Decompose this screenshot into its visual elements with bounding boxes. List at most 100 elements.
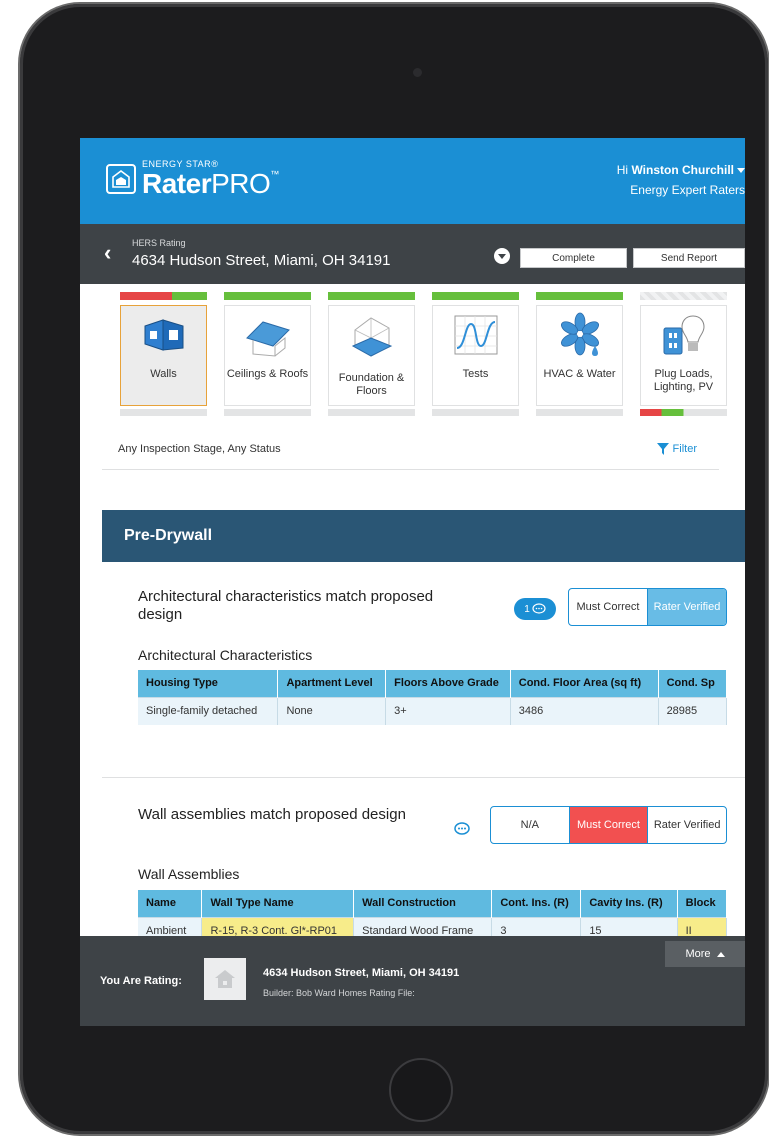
- chevron-up-icon: [716, 951, 725, 957]
- filter-status-text: Any Inspection Stage, Any Status: [118, 443, 281, 455]
- rater-pro-logo[interactable]: ENERGY STAR® RaterPRO™: [106, 160, 279, 198]
- table-cell: 3486: [510, 696, 659, 725]
- table-title: Wall Assemblies: [138, 866, 240, 882]
- category-tile-hvac-water[interactable]: HVAC & Water: [536, 292, 623, 416]
- you-are-rating-label: You Are Rating:: [100, 975, 182, 987]
- house-icon: [215, 970, 235, 988]
- column-header: Wall Construction: [353, 890, 493, 917]
- user-org: Energy Expert Raters: [630, 183, 745, 197]
- tile-footer-bar: [536, 409, 623, 416]
- tile-footer-bar: [224, 409, 311, 416]
- user-menu[interactable]: Hi Winston Churchill Energy Expert Rater…: [485, 160, 745, 200]
- architectural-table[interactable]: Housing Type Apartment Level Floors Abov…: [138, 670, 727, 728]
- rating-subheader: ‹ HERS Rating 4634 Hudson Street, Miami,…: [80, 224, 745, 284]
- logo-rater-pro: RaterPRO™: [142, 168, 279, 199]
- category-tile-walls[interactable]: Walls: [120, 292, 207, 416]
- app-header: ENERGY STAR® RaterPRO™ Hi Winston Church…: [80, 138, 745, 224]
- home-button[interactable]: [389, 1058, 453, 1122]
- comment-count-badge[interactable]: 1: [514, 598, 556, 620]
- category-tile-tests[interactable]: Tests: [432, 292, 519, 416]
- progress-bar: [640, 292, 727, 300]
- more-button[interactable]: More: [665, 941, 745, 967]
- tile-card: Tests: [432, 305, 519, 406]
- complete-button[interactable]: Complete: [520, 248, 627, 268]
- column-header: Name: [138, 890, 203, 917]
- table-cell: Single-family detached: [138, 696, 279, 725]
- tests-icon: [454, 315, 498, 355]
- column-header: Floors Above Grade: [385, 670, 511, 697]
- item-title: Wall assemblies match proposed design: [138, 806, 406, 823]
- progress-bar: [224, 292, 311, 300]
- progress-bar: [432, 292, 519, 300]
- column-header: Block: [677, 890, 727, 917]
- category-tiles: Walls Ceilings & Roofs Foundation & Floo…: [80, 284, 745, 418]
- column-header: Apartment Level: [277, 670, 387, 697]
- inspection-item-architectural: Architectural characteristics match prop…: [102, 588, 745, 778]
- hvac-icon: [561, 312, 599, 356]
- plug-icon: [663, 315, 705, 355]
- tile-label: Plug Loads, Lighting, PV: [653, 368, 714, 393]
- tile-card: Walls: [120, 305, 207, 406]
- back-arrow-icon[interactable]: ‹: [104, 242, 111, 264]
- category-tile-plug-loads[interactable]: Plug Loads, Lighting, PV: [640, 292, 727, 416]
- must-correct-option[interactable]: Must Correct: [569, 589, 648, 625]
- column-header: Wall Type Name: [201, 890, 355, 917]
- home-thumbnail[interactable]: [204, 958, 246, 1000]
- progress-bar: [120, 292, 207, 300]
- user-name: Winston Churchill: [631, 163, 734, 177]
- chevron-down-icon: [737, 168, 745, 174]
- table-cell: 28985: [658, 696, 727, 725]
- roof-icon: [246, 321, 290, 357]
- tile-card: HVAC & Water: [536, 305, 623, 406]
- app-screen: ENERGY STAR® RaterPRO™ Hi Winston Church…: [80, 138, 745, 1026]
- must-correct-option[interactable]: Must Correct: [569, 807, 649, 843]
- funnel-icon: [656, 443, 669, 455]
- user-greeting: Hi Winston Churchill: [485, 160, 745, 180]
- table-title: Architectural Characteristics: [138, 647, 313, 663]
- column-header: Cond. Floor Area (sq ft): [510, 670, 659, 697]
- rater-verified-option[interactable]: Rater Verified: [648, 589, 726, 625]
- column-header: Cavity Ins. (R): [580, 890, 678, 917]
- filter-row: Any Inspection Stage, Any Status Filter: [102, 430, 719, 470]
- tablet-frame: ENERGY STAR® RaterPRO™ Hi Winston Church…: [20, 4, 768, 1134]
- rating-type-label: HERS Rating: [132, 238, 186, 248]
- column-header: Housing Type: [138, 670, 279, 697]
- category-tile-ceilings-roofs[interactable]: Ceilings & Roofs: [224, 292, 311, 416]
- verification-toggle: N/A Must Correct Rater Verified: [490, 806, 727, 844]
- item-title: Architectural characteristics match prop…: [138, 588, 434, 623]
- tile-card: Ceilings & Roofs: [224, 305, 311, 406]
- more-label: More: [685, 948, 711, 960]
- tile-label: Tests: [462, 368, 489, 380]
- rating-bar-builder: Builder: Bob Ward Homes Rating File:: [263, 988, 415, 998]
- tile-footer-bar: [640, 409, 727, 416]
- table-cell: None: [277, 696, 387, 725]
- comment-icon[interactable]: [454, 822, 470, 836]
- column-header: Cont. Ins. (R): [491, 890, 582, 917]
- send-report-button[interactable]: Send Report: [633, 248, 745, 268]
- rating-address: 4634 Hudson Street, Miami, OH 34191: [132, 252, 391, 269]
- column-header: Cond. Sp: [658, 670, 727, 697]
- tile-footer-bar: [328, 409, 415, 416]
- section-header-pre-drywall[interactable]: Pre-Drywall: [102, 510, 745, 562]
- tile-footer-bar: [432, 409, 519, 416]
- you-are-rating-bar: You Are Rating: 4634 Hudson Street, Miam…: [80, 936, 745, 1026]
- tile-label: HVAC & Water: [543, 368, 616, 380]
- foundation-icon: [351, 317, 393, 357]
- table-header-row: Housing Type Apartment Level Floors Abov…: [138, 670, 727, 697]
- verification-toggle: Must Correct Rater Verified: [568, 588, 727, 626]
- tile-card: Plug Loads, Lighting, PV: [640, 305, 727, 406]
- comment-icon: [532, 603, 546, 614]
- rater-verified-option[interactable]: Rater Verified: [648, 807, 726, 843]
- table-row[interactable]: Single-family detached None 3+ 3486 2898…: [138, 696, 727, 725]
- progress-bar: [536, 292, 623, 300]
- table-header-row: Name Wall Type Name Wall Construction Co…: [138, 890, 727, 917]
- na-option[interactable]: N/A: [491, 807, 570, 843]
- house-logo-icon: [106, 164, 136, 194]
- table-cell: 3+: [385, 696, 511, 725]
- status-dropdown-icon[interactable]: [494, 248, 510, 264]
- category-tile-foundation-floors[interactable]: Foundation & Floors: [328, 292, 415, 416]
- filter-button[interactable]: Filter: [656, 443, 697, 455]
- comment-count: 1: [524, 603, 530, 615]
- walls-icon: [144, 319, 184, 351]
- progress-bar: [328, 292, 415, 300]
